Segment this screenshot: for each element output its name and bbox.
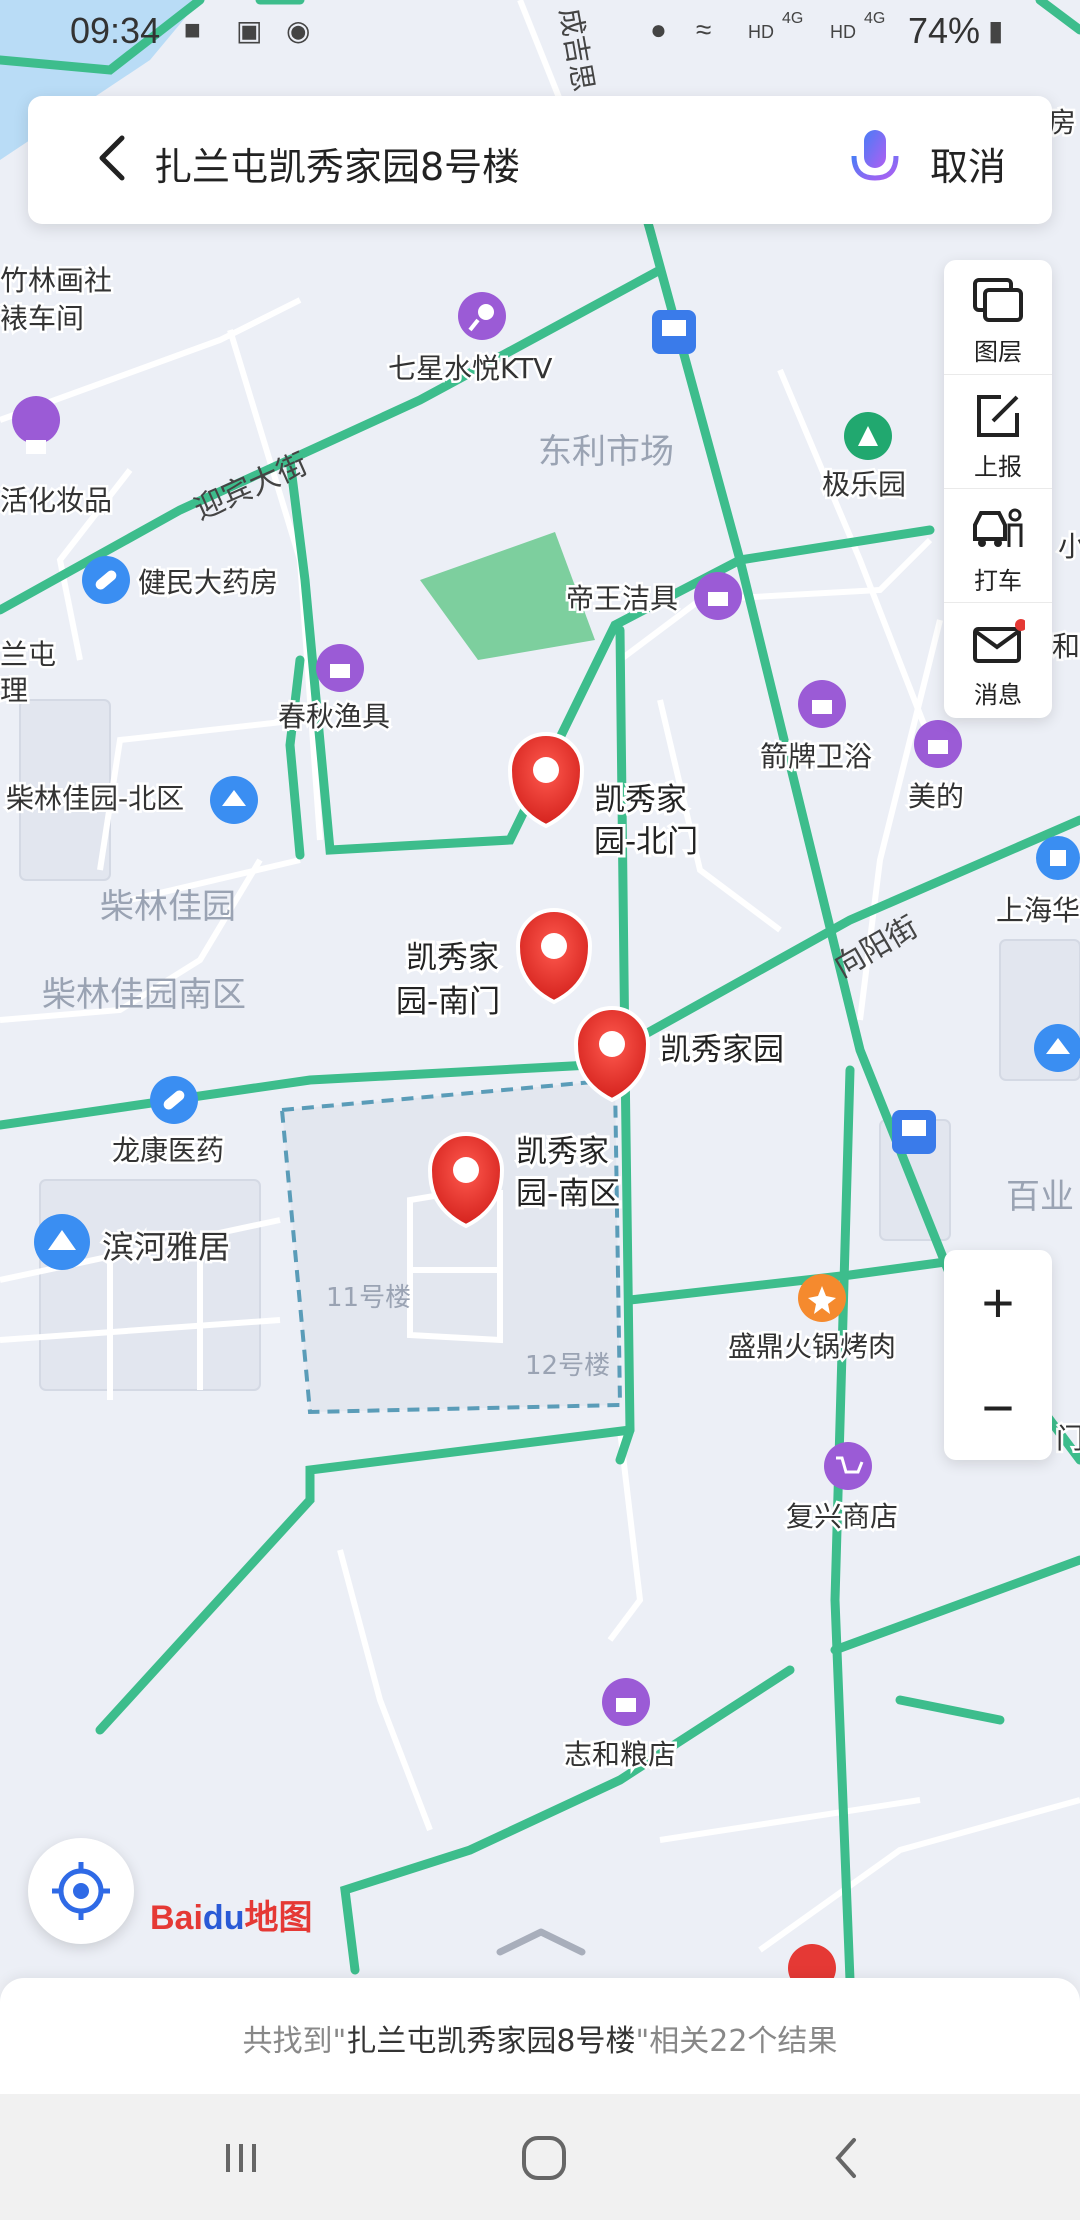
network-4g-2: 4G <box>864 10 886 27</box>
shopping-bag-icon[interactable] <box>602 1678 650 1726</box>
layers-icon <box>973 278 1023 322</box>
system-nav-bar <box>0 2094 1080 2220</box>
shopping-bag-icon[interactable] <box>798 680 846 728</box>
area-label-baiye: 百业 <box>1006 1177 1074 1217</box>
bus-stop-icon[interactable] <box>652 310 696 354</box>
nav-back-icon[interactable] <box>812 2128 882 2188</box>
location-icon: ● <box>650 14 667 45</box>
recent-apps-icon[interactable] <box>206 2128 276 2188</box>
messages-label: 消息 <box>974 681 1022 709</box>
wifi-icon: ≈ <box>696 14 712 45</box>
battery-icon: ▮ <box>988 15 1004 46</box>
poi-label-diwang: 帝王洁具 <box>566 582 678 615</box>
map-tool-panel: 图层 上报 打车 消息 <box>944 260 1052 718</box>
pharmacy-icon[interactable] <box>82 556 130 604</box>
area-label-chailin-garden: 柴林佳园 <box>100 887 236 927</box>
locate-me-button[interactable] <box>28 1838 134 1944</box>
marker-label-north-gate-1: 凯秀家 <box>594 782 687 818</box>
poi-label-zhulin: 竹林画社 <box>0 264 112 297</box>
poi-label-jianmin: 健民大药房 <box>138 566 278 599</box>
poi-label-jile: 极乐园 <box>822 468 906 501</box>
residential-icon[interactable] <box>1036 836 1080 880</box>
report-button[interactable]: 上报 <box>944 374 1052 489</box>
residential-icon[interactable] <box>1034 1024 1080 1072</box>
poi-label-shanghai: 上海华 <box>996 894 1080 927</box>
poi-label-fuxing: 复兴商店 <box>786 1500 898 1533</box>
marker-label-south-gate-1: 凯秀家 <box>406 940 499 976</box>
chevron-up-icon[interactable] <box>496 1920 586 1960</box>
poi-label-qixing: 七星水悦KTV <box>388 352 552 385</box>
search-query-text[interactable]: 扎兰屯凯秀家园8号楼 <box>154 136 520 191</box>
pharmacy-icon[interactable] <box>150 1076 198 1124</box>
cart-icon[interactable] <box>824 1442 872 1490</box>
hd-badge-2: HD <box>830 22 856 42</box>
home-icon[interactable] <box>508 2128 578 2188</box>
poi-label-fang: 房 <box>1048 106 1076 139</box>
taxi-icon <box>973 508 1023 547</box>
poi-label-shengding: 盛鼎火锅烤肉 <box>728 1330 896 1363</box>
park-icon[interactable] <box>844 412 892 460</box>
marker-label-south-gate-2: 园-南门 <box>396 984 500 1020</box>
cancel-button[interactable]: 取消 <box>930 136 1006 191</box>
search-bar: 扎兰屯凯秀家园8号楼 取消 <box>28 96 1052 224</box>
marker-label-south-area-1: 凯秀家 <box>516 1134 609 1170</box>
area-label-bldg11: 11号楼 <box>326 1283 411 1313</box>
layers-button[interactable]: 图层 <box>944 260 1052 374</box>
baidu-app-icon: ◉ <box>286 15 311 46</box>
poi-label-chejian: 裱车间 <box>0 302 84 335</box>
poi-label-jianpai: 箭牌卫浴 <box>760 740 872 773</box>
map-canvas[interactable]: 迎宾大街 向阳街 成吉思 东利市场 柴林佳园 柴林佳园南区 百业 11号楼 12… <box>0 0 1080 1980</box>
poi-label-longkang: 龙康医药 <box>112 1134 224 1167</box>
results-query: 扎兰屯凯秀家园8号楼 <box>346 2024 636 2059</box>
crosshair-icon <box>52 1862 110 1920</box>
poi-label-he: 和 <box>1052 630 1080 663</box>
residential-icon[interactable] <box>210 776 258 824</box>
poi-label-binhe: 滨河雅居 <box>102 1228 230 1266</box>
bus-stop-icon[interactable] <box>892 1110 936 1154</box>
poi-label-zhihe: 志和粮店 <box>564 1738 676 1771</box>
poi-label-tun: 兰屯 <box>0 638 56 671</box>
marker-label-south-area-2: 园-南区 <box>516 1176 620 1212</box>
poi-label-meide: 美的 <box>908 780 964 813</box>
poi-label-men: 门 <box>1056 1422 1080 1455</box>
residential-icon[interactable] <box>34 1214 90 1270</box>
results-summary: 共找到"扎兰屯凯秀家园8号楼"相关22个结果 <box>242 2024 838 2059</box>
baidu-map-logo: Baidu地图 <box>150 1899 313 1937</box>
shopping-bag-icon[interactable] <box>914 720 962 768</box>
hd-badge-1: HD <box>748 22 774 42</box>
area-label-bldg12: 12号楼 <box>525 1351 610 1381</box>
zoom-in-button[interactable]: + <box>944 1250 1052 1355</box>
messages-button[interactable]: 消息 <box>944 602 1052 717</box>
poi-label-cosmetics: 活化妆品 <box>0 484 112 517</box>
ktv-mic-icon[interactable] <box>458 292 506 340</box>
back-icon[interactable] <box>84 126 144 190</box>
battery-level: 74% <box>907 10 980 51</box>
message-icon: ■ <box>184 14 201 45</box>
area-label-chailin-south: 柴林佳园南区 <box>42 975 246 1015</box>
poi-label-chunqiu: 春秋渔具 <box>278 700 390 733</box>
image-icon: ▣ <box>236 15 263 46</box>
taxi-button[interactable]: 打车 <box>944 488 1052 603</box>
mail-icon <box>973 619 1025 663</box>
layers-label: 图层 <box>974 338 1022 366</box>
marker-label-north-gate-2: 园-北门 <box>594 824 698 860</box>
restaurant-icon[interactable] <box>798 1274 846 1322</box>
report-label: 上报 <box>974 453 1022 481</box>
taxi-label: 打车 <box>974 567 1022 595</box>
microphone-icon[interactable] <box>844 124 906 196</box>
network-4g-1: 4G <box>782 10 804 27</box>
shopping-bag-icon[interactable] <box>316 644 364 692</box>
marker-label-main: 凯秀家园 <box>660 1032 784 1068</box>
poi-label-chailin-north: 柴林佳园-北区 <box>6 782 184 815</box>
results-bottom-sheet[interactable]: 共找到"扎兰屯凯秀家园8号楼"相关22个结果 <box>0 1978 1080 2094</box>
poi-label-li: 理 <box>0 674 28 707</box>
area-label-dongli: 东利市场 <box>538 432 674 472</box>
zoom-out-button[interactable]: − <box>944 1355 1052 1460</box>
status-bar: 09:34 ■ ▣ ◉ ● ≈ HD 4G HD 4G 74% ▮ <box>0 0 1080 66</box>
status-time: 09:34 <box>70 10 161 51</box>
zoom-controls: + − <box>944 1250 1052 1460</box>
shopping-bag-icon[interactable] <box>694 572 742 620</box>
edit-report-icon <box>977 395 1019 437</box>
poi-label-xiao: 小 <box>1058 530 1080 563</box>
